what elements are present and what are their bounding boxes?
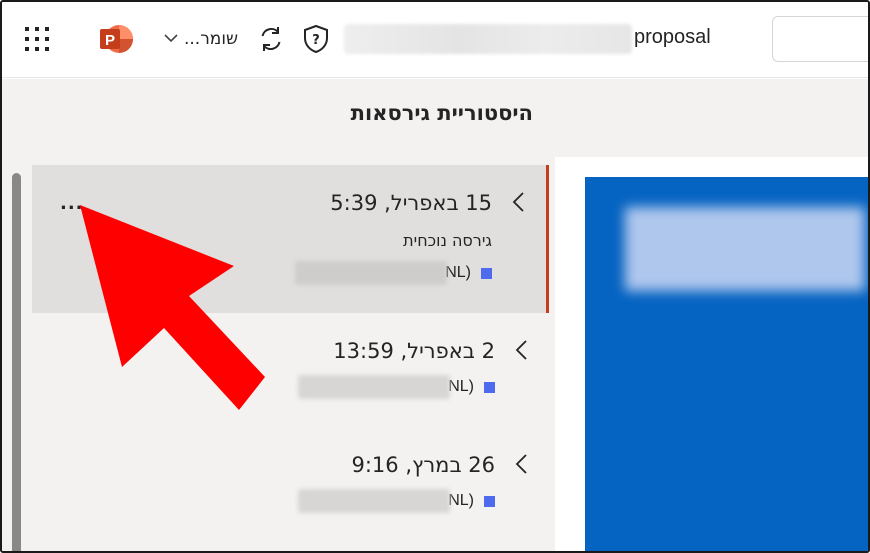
version-author: NL) (295, 261, 492, 285)
slide-title-redacted (625, 207, 865, 291)
shield-question-icon[interactable]: ? (302, 24, 330, 54)
version-history-panel: היסטוריית גירסאות 15 באפריל, 5:39 גירסה … (2, 79, 555, 551)
author-name-redacted (298, 489, 451, 513)
chevron-down-icon (164, 31, 178, 47)
version-date: 26 במרץ, 9:16 (351, 453, 495, 477)
save-status-dropdown[interactable]: שומר... (164, 26, 238, 52)
document-title-redacted (344, 24, 632, 54)
top-bar: P שומר... ? proposal (2, 2, 868, 78)
window: P שומר... ? proposal היסטוריית גירסאות 1… (0, 0, 870, 553)
author-name-redacted (298, 375, 451, 399)
panel-title: היסטוריית גירסאות (350, 101, 533, 125)
author-suffix: NL) (445, 264, 471, 281)
version-author: NL) (298, 489, 495, 513)
author-color-marker (484, 381, 495, 393)
chevron-left-icon[interactable] (513, 453, 531, 475)
svg-text:?: ? (312, 33, 320, 48)
slide-area (555, 79, 868, 551)
version-date: 15 באפריל, 5:39 (330, 191, 492, 215)
search-input[interactable] (772, 16, 868, 62)
author-color-marker (484, 495, 495, 507)
document-title[interactable]: proposal (634, 26, 711, 49)
version-item[interactable]: 26 במרץ, 9:16 NL) (32, 427, 549, 551)
chevron-left-icon[interactable] (510, 191, 528, 213)
more-icon[interactable]: ... (60, 193, 84, 214)
version-item[interactable]: 15 באפריל, 5:39 גירסה נוכחית NL) ... (32, 165, 549, 313)
slide-preview[interactable] (585, 177, 868, 551)
author-suffix: NL) (448, 378, 474, 395)
current-version-label: גירסה נוכחית (403, 231, 492, 250)
author-suffix: NL) (448, 492, 474, 509)
apps-grid-icon[interactable] (24, 26, 50, 52)
slide-strip (555, 79, 868, 157)
version-author: NL) (298, 375, 495, 399)
powerpoint-icon[interactable]: P (98, 22, 134, 56)
version-date: 2 באפריל, 13:59 (333, 339, 495, 363)
sync-icon[interactable] (256, 24, 286, 54)
svg-text:P: P (105, 32, 115, 49)
author-name-redacted (295, 261, 448, 285)
save-status-label: שומר... (184, 29, 239, 49)
scrollbar[interactable] (12, 173, 21, 551)
chevron-left-icon[interactable] (513, 339, 531, 361)
author-color-marker (481, 267, 492, 279)
